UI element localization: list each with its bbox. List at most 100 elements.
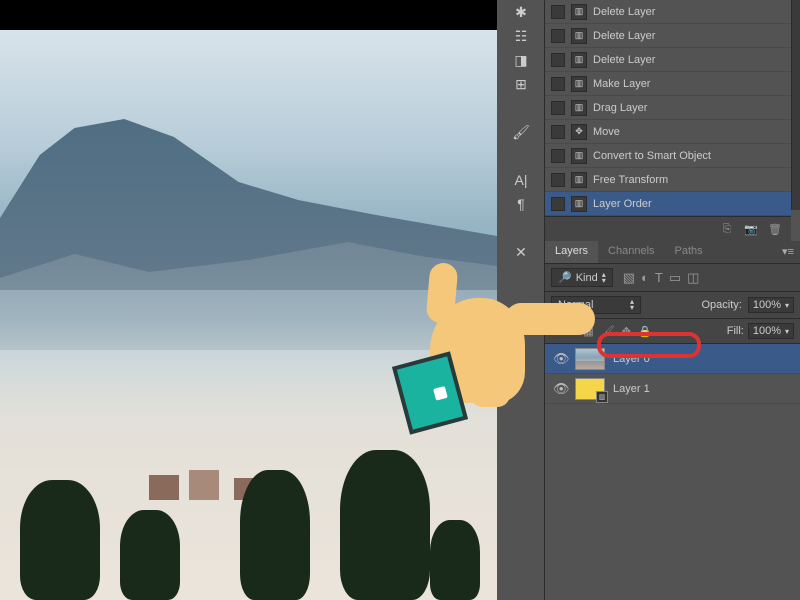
search-icon: 🔎 [558, 271, 572, 284]
layer-icon: ▥ [571, 100, 587, 116]
stepper-icon: ▴▾ [630, 299, 634, 311]
new-snapshot-icon[interactable]: ⎘ [719, 221, 735, 237]
trash-icon[interactable]: 🗑 [767, 221, 783, 237]
layer-icon: ▥ [571, 148, 587, 164]
history-label: Delete Layer [593, 30, 655, 42]
lock-icons: ▦ 🖌 ✥ 🔒 [581, 325, 653, 338]
lock-pixels-icon[interactable]: 🖌 [601, 326, 615, 338]
history-label: Drag Layer [593, 102, 647, 114]
history-checkbox[interactable] [551, 173, 565, 187]
history-checkbox[interactable] [551, 197, 565, 211]
visibility-eye-icon[interactable]: 👁 [553, 351, 567, 367]
blend-mode-value: Normal [558, 299, 593, 311]
opacity-label: Opacity: [701, 299, 741, 311]
panel-menu-icon[interactable]: ▾≡ [776, 241, 800, 263]
panel-tabs: Layers Channels Paths ▾≡ [545, 241, 800, 264]
history-checkbox[interactable] [551, 53, 565, 67]
tool-icon[interactable]: A| [497, 168, 545, 192]
scrollbar[interactable] [791, 0, 800, 210]
layer-thumbnail[interactable] [575, 348, 605, 370]
layer-filter-row: 🔎 Kind ▴▾ ▧ ◐ T ▭ ◫ [545, 264, 800, 292]
history-checkbox[interactable] [551, 149, 565, 163]
filter-type-icons: ▧ ◐ T ▭ ◫ [623, 270, 700, 286]
tool-icon[interactable]: ✱ [497, 0, 545, 24]
vertical-toolstrip: ✱ ☷ ◨ ⊞ 🖌 A| ¶ ✕ [497, 0, 545, 600]
layer-icon: ▥ [571, 28, 587, 44]
history-label: Make Layer [593, 78, 650, 90]
tab-paths[interactable]: Paths [665, 241, 713, 263]
history-label: Layer Order [593, 198, 652, 210]
tool-icon[interactable]: ⊞ [497, 72, 545, 96]
layers-list: 👁 Layer 0 👁 ▥ Layer 1 [545, 344, 800, 404]
kind-dropdown[interactable]: 🔎 Kind ▴▾ [551, 268, 613, 287]
fill-label: Fill: [727, 325, 744, 337]
history-checkbox[interactable] [551, 77, 565, 91]
layer-name[interactable]: Layer 1 [613, 383, 650, 395]
tab-channels[interactable]: Channels [598, 241, 664, 263]
tool-icon[interactable]: 🖌 [497, 120, 545, 144]
history-checkbox[interactable] [551, 5, 565, 19]
history-item[interactable]: ▥ Make Layer [545, 72, 791, 96]
layer-row[interactable]: 👁 ▥ Layer 1 [545, 374, 800, 404]
lock-row: Lock: ▦ 🖌 ✥ 🔒 Fill: 100% ▾ [545, 319, 800, 344]
history-item[interactable]: ▥Delete Layer [545, 0, 791, 24]
panels-sidebar: ▥ Delete Layer ▥ Delete Layer ▥ Delete Layer ▥… [545, 0, 800, 600]
layer-icon: ▥ [571, 172, 587, 188]
opacity-input[interactable]: 100% ▾ [748, 297, 794, 313]
tab-layers[interactable]: Layers [545, 241, 598, 263]
fill-input[interactable]: 100% ▾ [748, 323, 794, 339]
history-label: Delete Layer [593, 54, 655, 66]
tool-icon[interactable] [497, 216, 545, 240]
history-label: Delete Layer [593, 6, 655, 18]
layer-name[interactable]: Layer 0 [613, 353, 650, 365]
history-footer: ⎘ 📷 🗑 [545, 216, 791, 241]
history-label: Free Transform [593, 174, 668, 186]
trees-shape [0, 420, 497, 600]
tool-icon[interactable] [497, 144, 545, 168]
move-icon: ✥ [571, 124, 587, 140]
document-canvas[interactable] [0, 30, 497, 600]
fill-value: 100% [753, 325, 781, 337]
history-item[interactable]: ▥ Layer Order [545, 192, 791, 216]
history-item[interactable]: ▥ Free Transform [545, 168, 791, 192]
kind-label: Kind [576, 272, 598, 284]
layer-icon: ▥ [571, 196, 587, 212]
history-label: Move [593, 126, 620, 138]
blend-mode-dropdown[interactable]: Normal ▴▾ [551, 296, 641, 314]
filter-type-icon[interactable]: T [655, 270, 663, 286]
history-item[interactable]: ✥ Move [545, 120, 791, 144]
filter-smart-icon[interactable]: ◫ [687, 270, 699, 286]
layer-icon: ▥ [571, 52, 587, 68]
filter-pixel-icon[interactable]: ▧ [623, 270, 635, 286]
visibility-eye-icon[interactable]: 👁 [553, 381, 567, 397]
history-label: Convert to Smart Object [593, 150, 711, 162]
filter-adjust-icon[interactable]: ◐ [641, 270, 649, 286]
history-checkbox[interactable] [551, 29, 565, 43]
lock-all-icon[interactable]: 🔒 [638, 326, 652, 338]
lock-label: Lock: [551, 325, 577, 337]
stepper-icon: ▴▾ [602, 272, 606, 284]
layer-icon: ▥ [571, 76, 587, 92]
chevron-down-icon: ▾ [785, 301, 789, 310]
history-panel: ▥ Delete Layer ▥ Delete Layer ▥ Delete Layer ▥… [545, 0, 791, 216]
tool-icon[interactable]: ☷ [497, 24, 545, 48]
opacity-value: 100% [753, 299, 781, 311]
history-item[interactable]: ▥ Delete Layer [545, 48, 791, 72]
tool-icon[interactable] [497, 96, 545, 120]
chevron-down-icon: ▾ [785, 327, 789, 336]
tool-icon[interactable]: ¶ [497, 192, 545, 216]
history-item[interactable]: ▥ Drag Layer [545, 96, 791, 120]
layer-row[interactable]: 👁 Layer 0 [545, 344, 800, 374]
layer-thumbnail[interactable]: ▥ [575, 378, 605, 400]
blend-row: Normal ▴▾ Opacity: 100% ▾ [545, 292, 800, 319]
history-item[interactable]: ▥ Convert to Smart Object [545, 144, 791, 168]
history-item[interactable]: ▥ Delete Layer [545, 24, 791, 48]
lock-position-icon[interactable]: ✥ [622, 326, 631, 338]
history-checkbox[interactable] [551, 125, 565, 139]
tool-icon[interactable]: ✕ [497, 240, 545, 264]
camera-icon[interactable]: 📷 [743, 221, 759, 237]
history-checkbox[interactable] [551, 101, 565, 115]
filter-shape-icon[interactable]: ▭ [669, 270, 681, 286]
tool-icon[interactable]: ◨ [497, 48, 545, 72]
lock-transparent-icon[interactable]: ▦ [583, 326, 593, 338]
